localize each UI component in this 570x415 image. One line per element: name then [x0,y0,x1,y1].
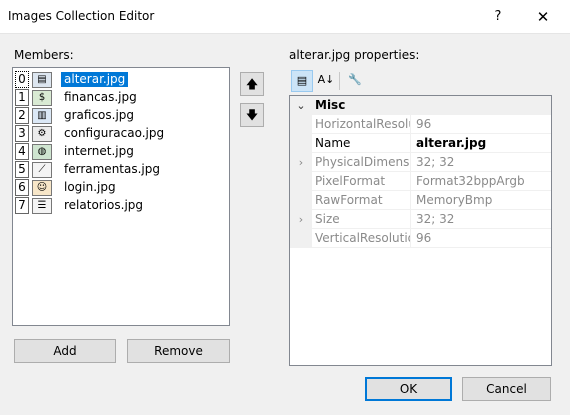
property-value: Format32bppArgb [416,174,525,188]
property-row[interactable]: Name alterar.jpg [290,134,551,153]
property-row[interactable]: VerticalResolution 96 [290,229,551,248]
list-item[interactable]: 1 $ financas.jpg [15,89,227,107]
property-name: HorizontalResolution [315,115,411,134]
property-name: Size [315,210,411,229]
collapse-icon[interactable]: ⌄ [290,96,312,115]
item-name: financas.jpg [64,90,137,104]
property-value: 32; 32 [416,212,455,226]
property-value-input[interactable]: alterar.jpg [416,134,486,153]
property-row[interactable]: HorizontalResolution 96 [290,115,551,134]
item-name: relatorios.jpg [64,198,144,212]
row-gutter [290,172,312,191]
property-name: RawFormat [315,191,411,210]
remove-button[interactable]: Remove [127,339,230,363]
window-title: Images Collection Editor [8,9,155,23]
category-row[interactable]: ⌄ Misc [290,96,551,115]
property-name: VerticalResolution [315,229,411,248]
row-gutter [290,229,312,248]
row-gutter [290,115,312,134]
list-item[interactable]: 0 ▤ alterar.jpg [15,71,227,89]
members-label: Members: [14,48,74,62]
item-index: 2 [15,107,29,124]
add-button[interactable]: Add [14,339,116,363]
expand-icon[interactable]: › [290,153,312,172]
item-index: 1 [15,89,29,106]
user-icon: ☺ [32,180,52,196]
property-name: PixelFormat [315,172,411,191]
item-index: 3 [15,125,29,142]
expand-icon[interactable]: › [290,210,312,229]
form-icon: ▤ [32,72,52,88]
alphabetical-icon[interactable]: A↓ [315,70,337,92]
item-name: login.jpg [64,180,116,194]
item-name: graficos.jpg [64,108,135,122]
cancel-button[interactable]: Cancel [462,377,551,401]
item-index: 7 [15,197,29,214]
list-item[interactable]: 6 ☺ login.jpg [15,179,227,197]
categorized-icon[interactable]: ▤ [291,70,313,92]
property-value: 96 [416,231,432,245]
wrench-icon[interactable]: 🔧 [344,70,366,92]
move-down-button[interactable]: 🡇 [240,103,264,127]
help-button[interactable]: ? [486,6,510,28]
item-name: internet.jpg [64,144,134,158]
move-up-button[interactable]: 🡅 [240,72,264,96]
properties-label: alterar.jpg properties: [289,48,420,62]
item-index: 0 [15,71,29,88]
item-index: 4 [15,143,29,160]
row-gutter [290,134,312,153]
ok-button[interactable]: OK [365,377,452,401]
money-icon: $ [32,90,52,106]
report-icon: ☰ [32,198,52,214]
gears-icon: ⚙ [32,126,52,142]
list-item[interactable]: 5 ⟋ ferramentas.jpg [15,161,227,179]
item-name: configuracao.jpg [64,126,165,140]
toolbar-separator [339,72,340,90]
property-name: PhysicalDimension [315,153,411,172]
property-grid[interactable]: ⌄ Misc HorizontalResolution 96 Name alte… [289,95,552,366]
tools-icon: ⟋ [32,162,52,178]
item-name: alterar.jpg [61,72,129,87]
category-label: Misc [315,98,346,112]
list-item[interactable]: 2 ▥ graficos.jpg [15,107,227,125]
members-list[interactable]: 0 ▤ alterar.jpg 1 $ financas.jpg 2 ▥ gra… [12,67,230,326]
property-value: MemoryBmp [416,193,493,207]
property-value: 32; 32 [416,155,455,169]
list-item[interactable]: 3 ⚙ configuracao.jpg [15,125,227,143]
property-row[interactable]: RawFormat MemoryBmp [290,191,551,210]
property-value: 96 [416,117,432,131]
globe-icon: ◍ [32,144,52,160]
property-row[interactable]: › Size 32; 32 [290,210,551,229]
property-name: Name [315,134,411,153]
list-item[interactable]: 4 ◍ internet.jpg [15,143,227,161]
chart-icon: ▥ [32,108,52,124]
row-gutter [290,191,312,210]
property-row[interactable]: PixelFormat Format32bppArgb [290,172,551,191]
item-name: ferramentas.jpg [64,162,160,176]
property-row[interactable]: › PhysicalDimension 32; 32 [290,153,551,172]
list-item[interactable]: 7 ☰ relatorios.jpg [15,197,227,215]
close-button[interactable]: ✕ [531,6,555,28]
title-bar: Images Collection Editor ? ✕ [0,0,570,34]
item-index: 5 [15,161,29,178]
property-grid-toolbar: ▤ A↓ 🔧 [289,69,551,93]
item-index: 6 [15,179,29,196]
